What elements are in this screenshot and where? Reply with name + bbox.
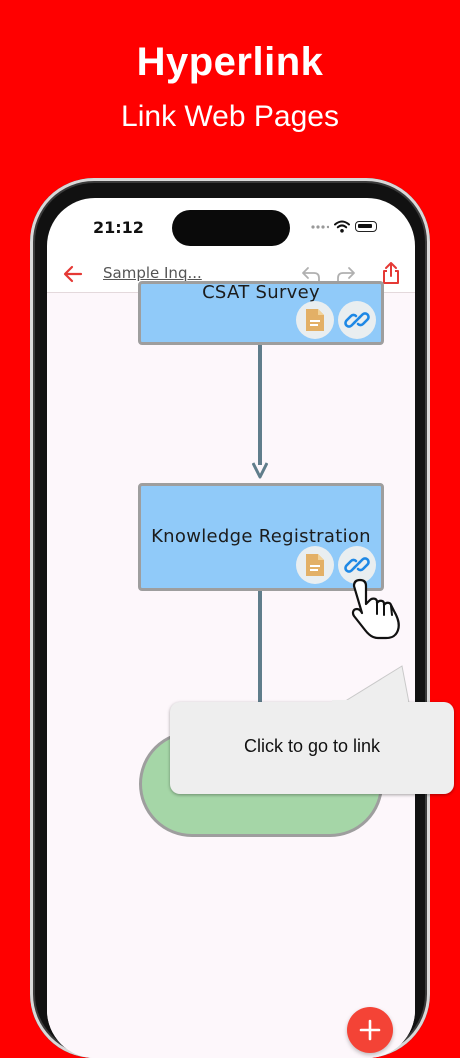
wifi-icon bbox=[334, 220, 350, 233]
tooltip-text: Click to go to link bbox=[243, 736, 381, 756]
signal-icon bbox=[311, 225, 329, 229]
document-badge[interactable] bbox=[296, 546, 334, 584]
add-node-button[interactable] bbox=[347, 1007, 393, 1053]
pointing-hand-icon bbox=[351, 578, 400, 640]
link-icon bbox=[344, 312, 370, 328]
dynamic-island bbox=[172, 210, 290, 246]
connector-line bbox=[258, 345, 262, 465]
document-icon bbox=[306, 309, 324, 331]
battery-icon bbox=[355, 221, 377, 232]
back-arrow-icon[interactable] bbox=[63, 265, 83, 283]
link-badge[interactable] bbox=[338, 301, 376, 339]
link-icon bbox=[344, 557, 370, 573]
plus-icon bbox=[359, 1019, 381, 1041]
tooltip-callout: Click to go to link bbox=[170, 702, 454, 794]
connector-arrowhead bbox=[252, 462, 268, 479]
node-label: Knowledge Registration bbox=[151, 526, 371, 547]
node-label: CSAT Survey bbox=[202, 282, 320, 303]
tooltip-tail-cover bbox=[332, 700, 408, 706]
document-badge[interactable] bbox=[296, 301, 334, 339]
document-icon bbox=[306, 554, 324, 576]
promo-headline: Hyperlink bbox=[136, 40, 324, 84]
document-title-link[interactable]: Sample Inq... bbox=[103, 264, 202, 282]
share-icon[interactable] bbox=[381, 261, 401, 285]
status-time: 21:12 bbox=[93, 218, 144, 237]
promo-subline: Link Web Pages bbox=[121, 100, 339, 133]
